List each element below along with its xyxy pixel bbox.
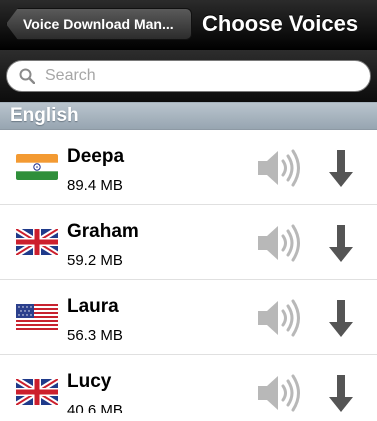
voice-name: Lucy — [67, 371, 112, 392]
voice-name: Graham — [67, 221, 139, 242]
voice-row-deepa[interactable]: Deepa 89.4 MB — [0, 130, 377, 205]
search-input[interactable] — [43, 66, 347, 86]
voice-row-graham[interactable]: Graham 59.2 MB — [0, 205, 377, 280]
voice-size: 59.2 MB — [67, 252, 123, 269]
back-button[interactable]: Voice Download Man... — [6, 8, 192, 40]
voice-size: 56.3 MB — [67, 327, 123, 344]
speaker-icon[interactable] — [256, 221, 304, 265]
us-flag-icon — [16, 304, 58, 330]
speaker-icon[interactable] — [256, 296, 304, 340]
search-icon — [19, 68, 35, 84]
voice-row-laura[interactable]: Laura 56.3 MB — [0, 280, 377, 355]
uk-flag-icon — [16, 379, 58, 405]
section-header: English — [0, 102, 377, 130]
speaker-icon[interactable] — [256, 146, 304, 190]
navigation-bar: Voice Download Man... Choose Voices — [0, 0, 377, 50]
voice-size: 40.6 MB — [67, 402, 123, 413]
voice-name: Deepa — [67, 146, 125, 167]
section-title: English — [10, 105, 79, 126]
voice-name: Laura — [67, 296, 119, 317]
download-arrow-icon[interactable] — [328, 300, 354, 338]
voice-row-lucy[interactable]: Lucy 40.6 MB — [0, 355, 377, 413]
download-arrow-icon[interactable] — [328, 225, 354, 263]
voice-list: Deepa 89.4 MB Graham 59.2 MB Laura 56.3 … — [0, 130, 377, 413]
search-bar — [0, 50, 377, 102]
uk-flag-icon — [16, 229, 58, 255]
back-button-label: Voice Download Man... — [23, 16, 174, 32]
speaker-icon[interactable] — [256, 371, 304, 413]
search-field[interactable] — [6, 60, 371, 92]
page-title: Choose Voices — [202, 11, 359, 36]
india-flag-icon — [16, 154, 58, 180]
download-arrow-icon[interactable] — [328, 150, 354, 188]
voice-size: 89.4 MB — [67, 177, 123, 194]
download-arrow-icon[interactable] — [328, 375, 354, 413]
